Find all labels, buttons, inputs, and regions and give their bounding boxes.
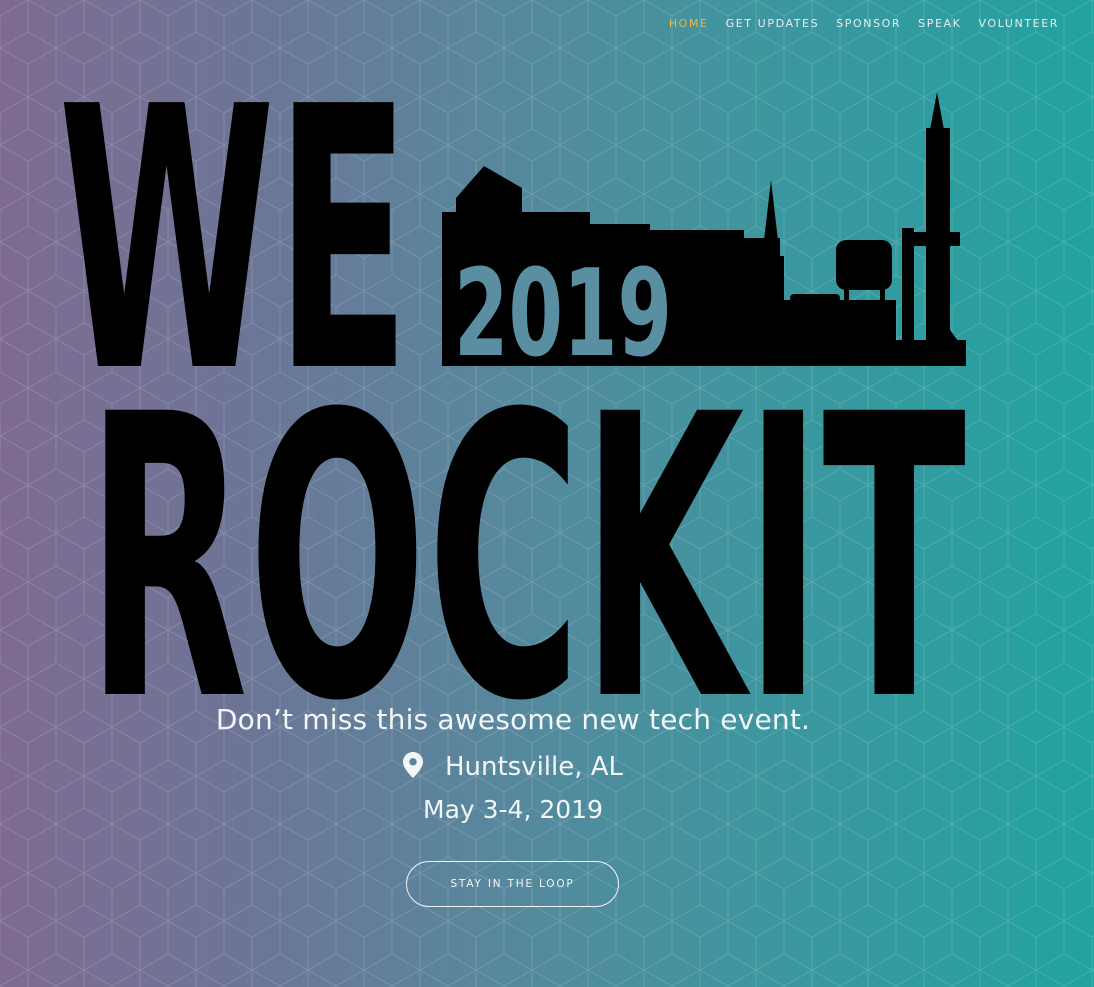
hero-location: Huntsville, AL xyxy=(0,752,1026,782)
hero-tagline: Don’t miss this awesome new tech event. xyxy=(215,703,811,736)
logo-rockit-text: ROCKIT xyxy=(86,332,967,720)
stay-in-the-loop-button[interactable]: STAY IN THE LOOP xyxy=(406,861,619,907)
we-rockit-logo: WE 2019 ROCKIT xyxy=(58,31,967,720)
location-label: Huntsville, AL xyxy=(444,752,624,782)
map-pin-icon xyxy=(402,752,423,778)
event-date: May 3-4, 2019 xyxy=(423,795,603,824)
